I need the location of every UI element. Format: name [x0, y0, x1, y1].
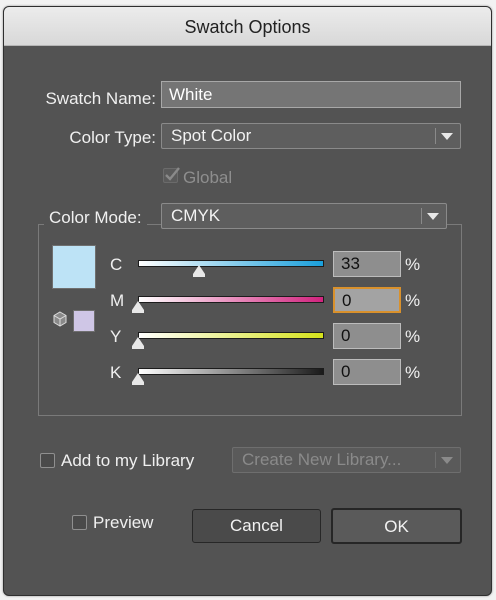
- add-to-library-checkbox[interactable]: [40, 453, 55, 468]
- dropdown-separator: [421, 208, 422, 224]
- slider-thumb-m[interactable]: [132, 301, 144, 313]
- channel-value-input-k[interactable]: 0: [333, 359, 401, 385]
- chevron-down-icon: [427, 213, 439, 220]
- ok-button[interactable]: OK: [331, 508, 462, 544]
- chevron-down-icon: [441, 457, 453, 464]
- global-label: Global: [183, 168, 233, 187]
- add-to-library-label: Add to my Library: [61, 451, 195, 470]
- channel-value-input-m[interactable]: 0: [333, 287, 401, 313]
- swatch-name-input[interactable]: White: [161, 81, 461, 108]
- color-type-value: Spot Color: [171, 126, 252, 145]
- color-mode-value: CMYK: [171, 206, 221, 225]
- channel-slider-y[interactable]: [138, 332, 324, 339]
- channel-value-input-y[interactable]: 0: [333, 323, 401, 349]
- slider-thumb-y[interactable]: [132, 337, 144, 349]
- dropdown-separator: [435, 128, 436, 144]
- preview-label: Preview: [93, 513, 154, 532]
- library-dropdown[interactable]: Create New Library...: [232, 447, 461, 473]
- library-dropdown-value: Create New Library...: [242, 450, 402, 469]
- color-mode-dropdown[interactable]: CMYK: [161, 203, 447, 229]
- swatch-name-label: Swatch Name:: [45, 89, 156, 108]
- swatch-options-dialog: Swatch Options Swatch Name: White Color …: [3, 6, 492, 596]
- channel-label-k: K: [110, 363, 122, 382]
- previous-color-swatch: [73, 310, 95, 332]
- channel-slider-m[interactable]: [138, 296, 324, 303]
- dropdown-separator: [435, 452, 436, 468]
- percent-unit-label: %: [405, 291, 421, 310]
- cancel-button[interactable]: Cancel: [192, 509, 321, 543]
- global-checkbox[interactable]: [163, 167, 180, 183]
- channel-slider-k[interactable]: [138, 368, 324, 375]
- current-color-swatch: [52, 245, 96, 289]
- channel-label-m: M: [110, 291, 125, 310]
- channel-label-c: C: [110, 255, 123, 274]
- chevron-down-icon: [441, 133, 453, 140]
- channel-value-input-c[interactable]: 33: [333, 251, 401, 277]
- color-type-dropdown[interactable]: Spot Color: [161, 123, 461, 149]
- preview-checkbox[interactable]: [72, 515, 87, 530]
- slider-thumb-k[interactable]: [132, 373, 144, 385]
- percent-unit-label: %: [405, 327, 421, 346]
- percent-unit-label: %: [405, 363, 421, 382]
- color-mode-label: Color Mode:: [44, 208, 147, 228]
- channel-slider-c[interactable]: [138, 260, 324, 267]
- channel-label-y: Y: [110, 327, 122, 346]
- slider-thumb-c[interactable]: [193, 265, 206, 277]
- checkmark-icon: [165, 167, 180, 181]
- color-type-label: Color Type:: [69, 128, 156, 147]
- percent-unit-label: %: [405, 255, 421, 274]
- dialog-title: Swatch Options: [4, 7, 491, 46]
- cube-icon: [53, 311, 67, 327]
